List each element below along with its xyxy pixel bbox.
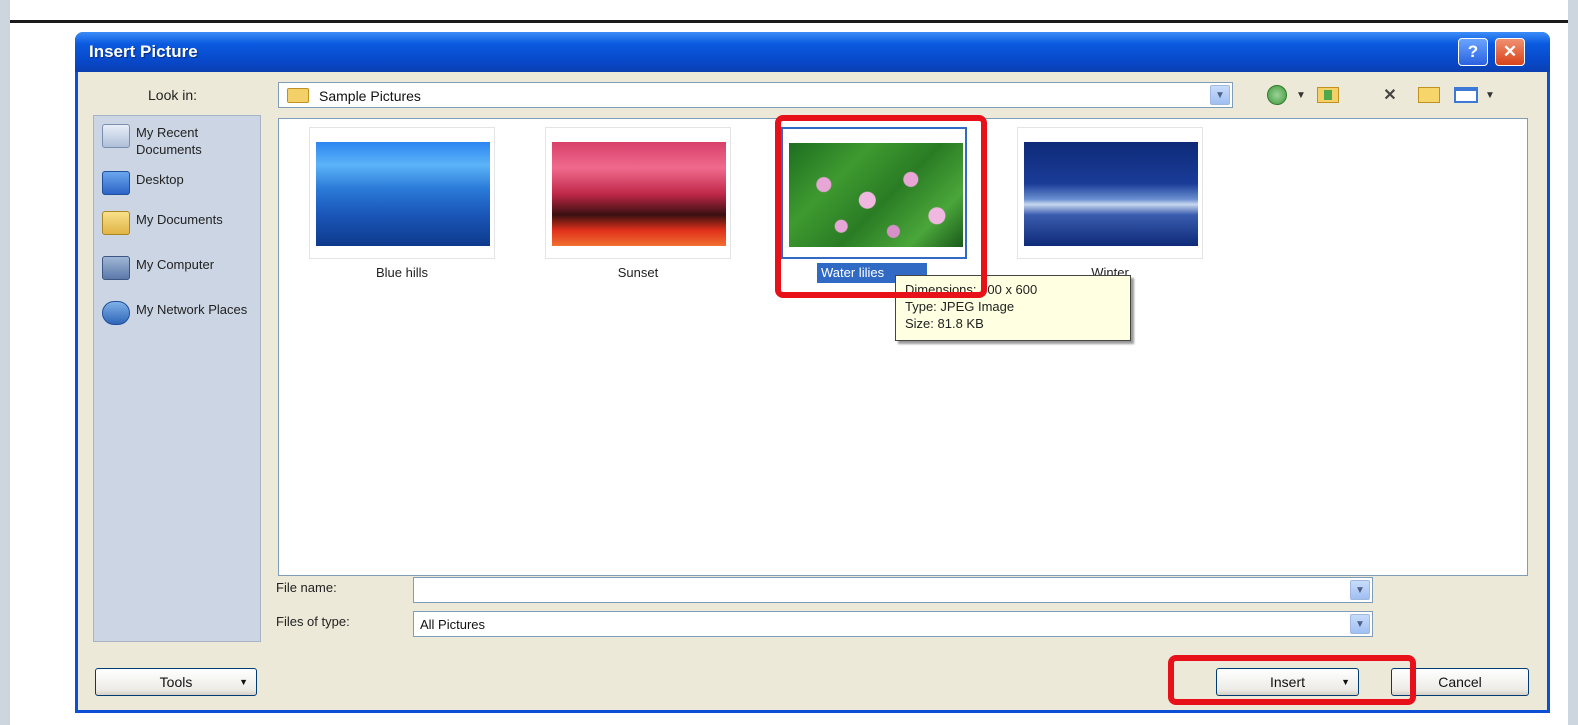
look-in-label: Look in: — [148, 87, 198, 103]
files-of-type-label: Files of type: — [276, 614, 350, 629]
close-icon: ✕ — [1502, 42, 1518, 61]
highlight-annotation-insert-button — [1168, 655, 1416, 705]
views-dropdown[interactable]: ▼ — [1483, 84, 1497, 106]
views-button[interactable] — [1451, 84, 1481, 106]
place-label: Desktop — [136, 172, 184, 187]
delete-icon: ✕ — [1383, 87, 1397, 104]
file-item-winter[interactable] — [1017, 127, 1203, 259]
tooltip-type: Type: JPEG Image — [905, 299, 1015, 314]
file-name-input[interactable]: ▼ — [413, 577, 1373, 603]
place-desktop[interactable]: Desktop — [102, 171, 256, 195]
place-label: My Computer — [136, 257, 215, 272]
my-documents-icon — [102, 211, 130, 235]
thumbnail-image — [552, 142, 726, 246]
chevron-down-icon[interactable]: ▼ — [1210, 85, 1230, 105]
place-my-recent-documents[interactable]: My Recent Documents — [102, 124, 256, 158]
back-icon — [1267, 85, 1287, 105]
desktop-icon — [102, 171, 130, 195]
help-button[interactable]: ? — [1458, 38, 1488, 66]
files-of-type-dropdown[interactable]: All Pictures ▼ — [413, 611, 1373, 637]
files-of-type-value: All Pictures — [420, 617, 486, 632]
thumbnail-image — [1024, 142, 1198, 246]
recent-documents-icon — [102, 124, 130, 148]
place-my-network-places[interactable]: My Network Places — [102, 301, 256, 325]
views-icon — [1454, 87, 1478, 103]
place-label: My Network Places — [136, 302, 248, 317]
new-folder-button[interactable] — [1415, 84, 1443, 106]
dialog-title: Insert Picture — [89, 42, 198, 61]
look-in-dropdown[interactable]: Sample Pictures ▼ — [278, 82, 1233, 108]
dialog-titlebar[interactable]: Insert Picture ? ✕ — [75, 32, 1550, 72]
cancel-button-label: Cancel — [1438, 674, 1482, 690]
chevron-down-icon[interactable]: ▼ — [1350, 580, 1370, 600]
highlight-annotation-selected-picture — [775, 115, 987, 298]
place-my-documents[interactable]: My Documents — [102, 211, 256, 235]
thumbnail-image — [316, 142, 490, 246]
place-label: My Recent Documents — [136, 125, 202, 157]
chevron-down-icon: ▼ — [1485, 89, 1495, 101]
file-name-label: File name: — [276, 580, 337, 595]
close-button[interactable]: ✕ — [1495, 38, 1525, 66]
back-history-dropdown[interactable]: ▼ — [1294, 84, 1308, 106]
file-name-label[interactable]: Sunset — [545, 265, 731, 280]
my-computer-icon — [102, 256, 130, 280]
file-name-label[interactable]: Blue hills — [309, 265, 495, 280]
new-folder-icon — [1418, 87, 1440, 103]
file-item-blue-hills[interactable] — [309, 127, 495, 259]
look-in-value: Sample Pictures — [319, 88, 421, 104]
file-item-sunset[interactable] — [545, 127, 731, 259]
network-places-icon — [102, 301, 130, 325]
help-icon: ? — [1467, 42, 1479, 61]
tooltip-size: Size: 81.8 KB — [905, 316, 984, 331]
back-button[interactable] — [1265, 84, 1289, 106]
place-my-computer[interactable]: My Computer — [102, 256, 256, 280]
place-label: My Documents — [136, 212, 223, 227]
chevron-down-icon: ▼ — [239, 677, 248, 687]
tools-button[interactable]: Tools ▼ — [95, 668, 257, 696]
up-one-level-button[interactable] — [1314, 84, 1342, 106]
folder-icon — [287, 88, 309, 103]
chevron-down-icon: ▼ — [1296, 89, 1306, 101]
up-folder-icon — [1317, 87, 1339, 103]
chevron-down-icon[interactable]: ▼ — [1350, 614, 1370, 634]
slide-divider-line — [10, 20, 1568, 23]
places-bar: My Recent Documents Desktop My Documents… — [93, 115, 261, 642]
delete-button[interactable]: ✕ — [1378, 84, 1402, 106]
tools-button-label: Tools — [159, 674, 193, 690]
